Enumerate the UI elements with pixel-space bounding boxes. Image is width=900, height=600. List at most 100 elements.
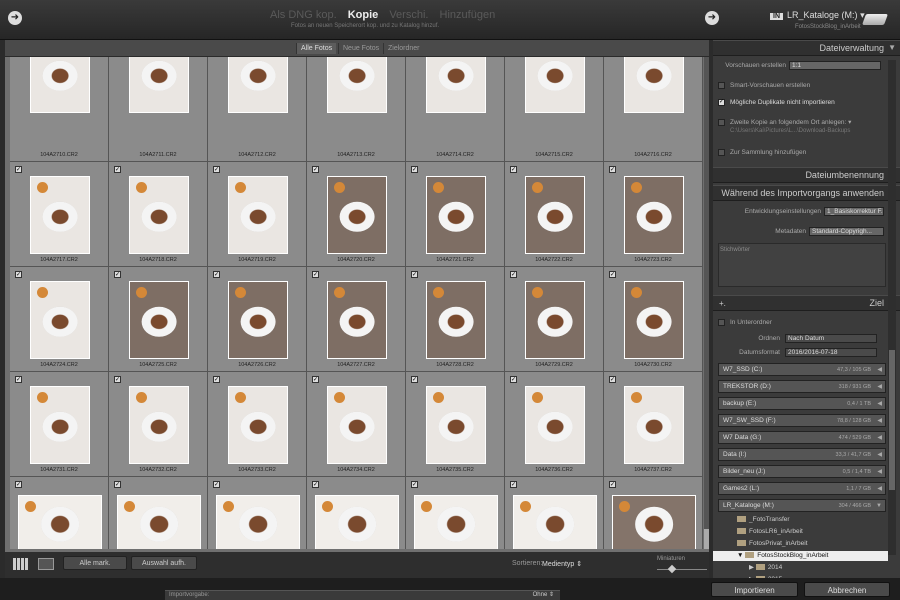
thumbnail-cell[interactable]: ✓ 104A2718.CR2 (109, 162, 208, 267)
checkbox-checked[interactable]: ✓ (15, 481, 22, 488)
checkbox[interactable] (718, 118, 725, 126)
second-copy-row[interactable]: Zweite Kopie an folgendem Ort anlegen: ▾ (718, 118, 886, 126)
thumbnail-cell[interactable]: ✓ 104A2717.CR2 (10, 162, 109, 267)
checkbox-checked[interactable]: ✓ (312, 271, 319, 278)
thumbnail-cell[interactable]: ✓ 104A2732.CR2 (109, 372, 208, 477)
drive-item[interactable]: W7_SW_SSD (F:) 78,8 / 128 GB ◀ (718, 414, 886, 427)
checkbox-checked[interactable]: ✓ (411, 376, 418, 383)
thumbnail-size-slider[interactable] (657, 564, 707, 574)
checkbox-checked[interactable]: ✓ (114, 481, 121, 488)
section-file-handling[interactable]: Dateiverwaltung ▼ (713, 40, 900, 56)
drive-item[interactable]: W7 Data (G:) 474 / 529 GB ◀ (718, 431, 886, 444)
check-all-button[interactable]: Alle mark. (63, 556, 127, 570)
checkbox-checked[interactable]: ✓ (510, 376, 517, 383)
destination-selector[interactable]: IN LR_Kataloge (M:) ▾ (770, 10, 865, 21)
expand-triangle-icon[interactable]: ◀ (877, 398, 882, 410)
section-apply-during-import[interactable]: Während des Importvorgangs anwenden▼ (713, 185, 900, 201)
thumbnail-cell[interactable]: ✓ 104A2722.CR2 (505, 162, 604, 267)
thumbnail-cell[interactable]: ✓ 104A2736.CR2 (505, 372, 604, 477)
section-file-renaming[interactable]: Dateiumbenennung◀ (713, 167, 900, 183)
panel-scrollbar[interactable] (888, 60, 896, 555)
source-arrow-icon[interactable]: ➜ (8, 11, 22, 25)
checkbox-checked[interactable]: ✓ (213, 166, 220, 173)
develop-settings-select[interactable]: 1_Basiskorrektur F... (824, 207, 884, 216)
drive-item[interactable]: Games2 (L:) 1,1 / 7 GB ◀ (718, 482, 886, 495)
checkbox[interactable] (718, 149, 725, 156)
checkbox-checked[interactable]: ✓ (510, 166, 517, 173)
thumbnail-cell[interactable]: ✓ 104A2721.CR2 (406, 162, 505, 267)
checkbox-checked[interactable]: ✓ (609, 271, 616, 278)
scrollbar-thumb[interactable] (704, 529, 709, 549)
thumbnail-cell[interactable]: 104A2716.CR2 (604, 57, 703, 162)
sort-select[interactable]: Medientyp ⇕ (542, 560, 582, 568)
metadata-select[interactable]: Standard-Copyrigh... (809, 227, 884, 236)
thumbnail-cell[interactable]: 104A2715.CR2 (505, 57, 604, 162)
thumbnail-cell[interactable]: ✓ 104A2724.CR2 (10, 267, 109, 372)
thumbnail-cell[interactable]: ✓104A2740.CR2 (208, 477, 307, 549)
thumbnail-cell[interactable]: ✓104A2738.CR2 (10, 477, 109, 549)
thumbnail-cell[interactable]: ✓ 104A2733.CR2 (208, 372, 307, 477)
checkbox-checked[interactable]: ✓ (609, 481, 616, 488)
cancel-button[interactable]: Abbrechen (804, 582, 890, 597)
grid-view-icon[interactable] (13, 558, 29, 570)
checkbox-checked[interactable]: ✓ (312, 166, 319, 173)
checkbox-checked[interactable]: ✓ (312, 481, 319, 488)
checkbox-checked[interactable]: ✓ (609, 376, 616, 383)
preset-select[interactable]: Ohne ⇕ (533, 591, 554, 600)
thumbnail-cell[interactable]: 104A2714.CR2 (406, 57, 505, 162)
section-destination[interactable]: +.Ziel▼ (713, 295, 900, 311)
loupe-view-icon[interactable] (38, 558, 54, 570)
thumbnail-cell[interactable]: ✓ 104A2726.CR2 (208, 267, 307, 372)
thumbnail-cell[interactable]: ✓104A2743.CR2 (505, 477, 604, 549)
checkbox-checked[interactable]: ✓ (114, 271, 121, 278)
checkbox-checked[interactable]: ✓ (114, 166, 121, 173)
checkbox[interactable] (718, 319, 725, 326)
expand-triangle-icon[interactable]: ◀ (877, 432, 882, 444)
expand-triangle-icon[interactable]: ◀ (877, 466, 882, 478)
destination-arrow-icon[interactable]: ➜ (705, 11, 719, 25)
mode-dng[interactable]: Als DNG kop. (270, 9, 337, 21)
slider-knob[interactable] (667, 564, 677, 574)
drive-item[interactable]: LR_Kataloge (M:) 304 / 466 GB ▼ (718, 499, 886, 512)
thumbnail-cell[interactable]: 104A2710.CR2 (10, 57, 109, 162)
checkbox-checked[interactable]: ✓ (609, 166, 616, 173)
grid-scrollbar[interactable] (704, 57, 709, 549)
thumbnail-cell[interactable]: ✓ 104A2734.CR2 (307, 372, 406, 477)
checkbox-checked[interactable]: ✓ (15, 376, 22, 383)
thumbnail-cell[interactable]: ✓ 104A2737.CR2 (604, 372, 703, 477)
checkbox-checked[interactable]: ✓ (411, 481, 418, 488)
checkbox-checked[interactable]: ✓ (411, 166, 418, 173)
thumbnail-cell[interactable]: ✓ 104A2728.CR2 (406, 267, 505, 372)
thumbnail-cell[interactable]: ✓ 104A2723.CR2 (604, 162, 703, 267)
uncheck-all-button[interactable]: Auswahl aufh. (131, 556, 197, 570)
checkbox-checked[interactable]: ✓ (213, 481, 220, 488)
checkbox-checked[interactable]: ✓ (510, 271, 517, 278)
drive-item[interactable]: Bilder_neu (J:) 0,5 / 1,4 TB ◀ (718, 465, 886, 478)
scrollbar-thumb[interactable] (889, 350, 895, 490)
checkbox-checked[interactable]: ✓ (411, 271, 418, 278)
keywords-textarea[interactable] (718, 243, 886, 287)
import-button[interactable]: Importieren (711, 582, 798, 597)
drive-item[interactable]: Data (I:) 33,3 / 41,7 GB ◀ (718, 448, 886, 461)
expand-triangle-icon[interactable]: ▶ (749, 564, 756, 571)
thumbnail-cell[interactable]: ✓ 104A2735.CR2 (406, 372, 505, 477)
drive-item[interactable]: TREKSTOR (D:) 318 / 931 GB ◀ (718, 380, 886, 393)
mode-add[interactable]: Hinzufügen (440, 9, 496, 21)
thumbnail-cell[interactable]: ✓104A2741.CR2 (307, 477, 406, 549)
thumbnail-cell[interactable]: ✓ 104A2719.CR2 (208, 162, 307, 267)
tab-new-photos[interactable]: Neue Fotos (338, 43, 383, 54)
import-preset-bar[interactable]: Importvorgabe: Ohne ⇕ (165, 590, 560, 600)
checkbox-checked[interactable]: ✓ (312, 376, 319, 383)
thumbnail-cell[interactable]: ✓ 104A2731.CR2 (10, 372, 109, 477)
date-format-select[interactable]: 2016/2016-07-18 (785, 348, 877, 357)
thumbnail-cell[interactable]: ✓ 104A2725.CR2 (109, 267, 208, 372)
checkbox-checked[interactable]: ✓ (510, 481, 517, 488)
checkbox-checked[interactable]: ✓ (114, 376, 121, 383)
expand-triangle-icon[interactable]: ◀ (877, 483, 882, 495)
no-duplicates-row[interactable]: ✓ Mögliche Duplikate nicht importieren (718, 99, 886, 106)
mode-move[interactable]: Verschi. (389, 9, 428, 21)
expand-triangle-icon[interactable]: ◀ (877, 415, 882, 427)
collapse-triangle-icon[interactable]: ▼ (876, 500, 882, 512)
checkbox-checked[interactable]: ✓ (15, 166, 22, 173)
tab-all-photos[interactable]: Alle Fotos (296, 43, 337, 54)
